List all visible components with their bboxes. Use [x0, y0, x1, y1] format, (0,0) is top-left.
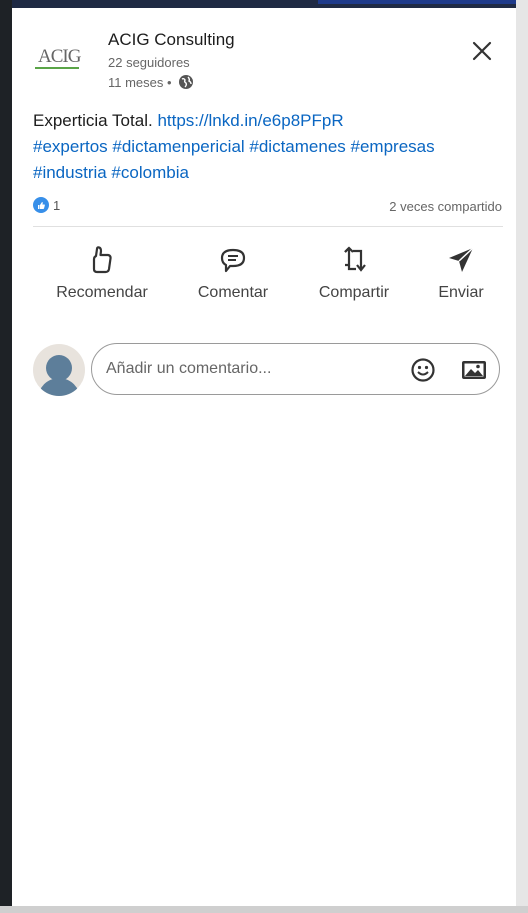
- shares-count[interactable]: 2 veces compartido: [389, 199, 502, 214]
- post-first-line: Experticia Total. https://lnkd.in/e6p8PF…: [33, 108, 503, 134]
- emoji-icon: [411, 358, 435, 382]
- post-link[interactable]: https://lnkd.in/e6p8PFpR: [157, 111, 343, 130]
- hashtags-line-2[interactable]: #industria #colombia: [33, 160, 503, 186]
- globe-icon: [178, 74, 194, 90]
- hashtags-line-1[interactable]: #expertos #dictamenpericial #dictamenes …: [33, 134, 503, 160]
- send-icon: [446, 244, 476, 276]
- like-badge-icon: [33, 197, 49, 213]
- close-button[interactable]: [466, 35, 498, 67]
- followers-count: 22 seguidores: [108, 55, 190, 70]
- comment-button[interactable]: Comentar: [190, 244, 276, 302]
- send-label: Enviar: [438, 284, 484, 301]
- logo-underline: [35, 67, 79, 69]
- right-scroll-edge: [516, 0, 528, 913]
- stats-divider: [33, 226, 503, 227]
- post-body: Experticia Total. https://lnkd.in/e6p8PF…: [33, 108, 503, 186]
- reactions-number: 1: [53, 197, 61, 213]
- logo-text: ACIG: [38, 46, 81, 67]
- company-logo[interactable]: ACIG: [28, 38, 92, 78]
- send-button[interactable]: Enviar: [430, 244, 492, 302]
- like-icon: [88, 244, 116, 276]
- post-text: Experticia Total.: [33, 111, 153, 130]
- comment-box[interactable]: [91, 343, 500, 395]
- avatar[interactable]: [33, 344, 85, 396]
- bottom-edge: [0, 906, 528, 913]
- post-time-row: 11 meses •: [108, 74, 194, 90]
- recommend-label: Recomendar: [56, 284, 148, 301]
- reactions-count[interactable]: 1: [33, 197, 60, 213]
- emoji-button[interactable]: [410, 357, 436, 383]
- image-icon: [462, 361, 486, 379]
- share-button[interactable]: Compartir: [311, 244, 397, 302]
- close-icon: [472, 41, 492, 61]
- post-time: 11 meses •: [108, 74, 172, 90]
- share-label: Compartir: [318, 284, 390, 301]
- comment-input[interactable]: [104, 359, 398, 379]
- top-strip-accent: [318, 0, 518, 4]
- repost-icon: [340, 244, 368, 276]
- recommend-button[interactable]: Recomendar: [50, 244, 154, 302]
- comment-label: Comentar: [197, 284, 269, 301]
- image-button[interactable]: [460, 358, 488, 382]
- avatar-body: [38, 378, 80, 396]
- comment-icon: [218, 244, 248, 276]
- browser-top-strip: [0, 0, 528, 8]
- left-backdrop: [0, 0, 12, 913]
- company-name[interactable]: ACIG Consulting: [108, 30, 235, 50]
